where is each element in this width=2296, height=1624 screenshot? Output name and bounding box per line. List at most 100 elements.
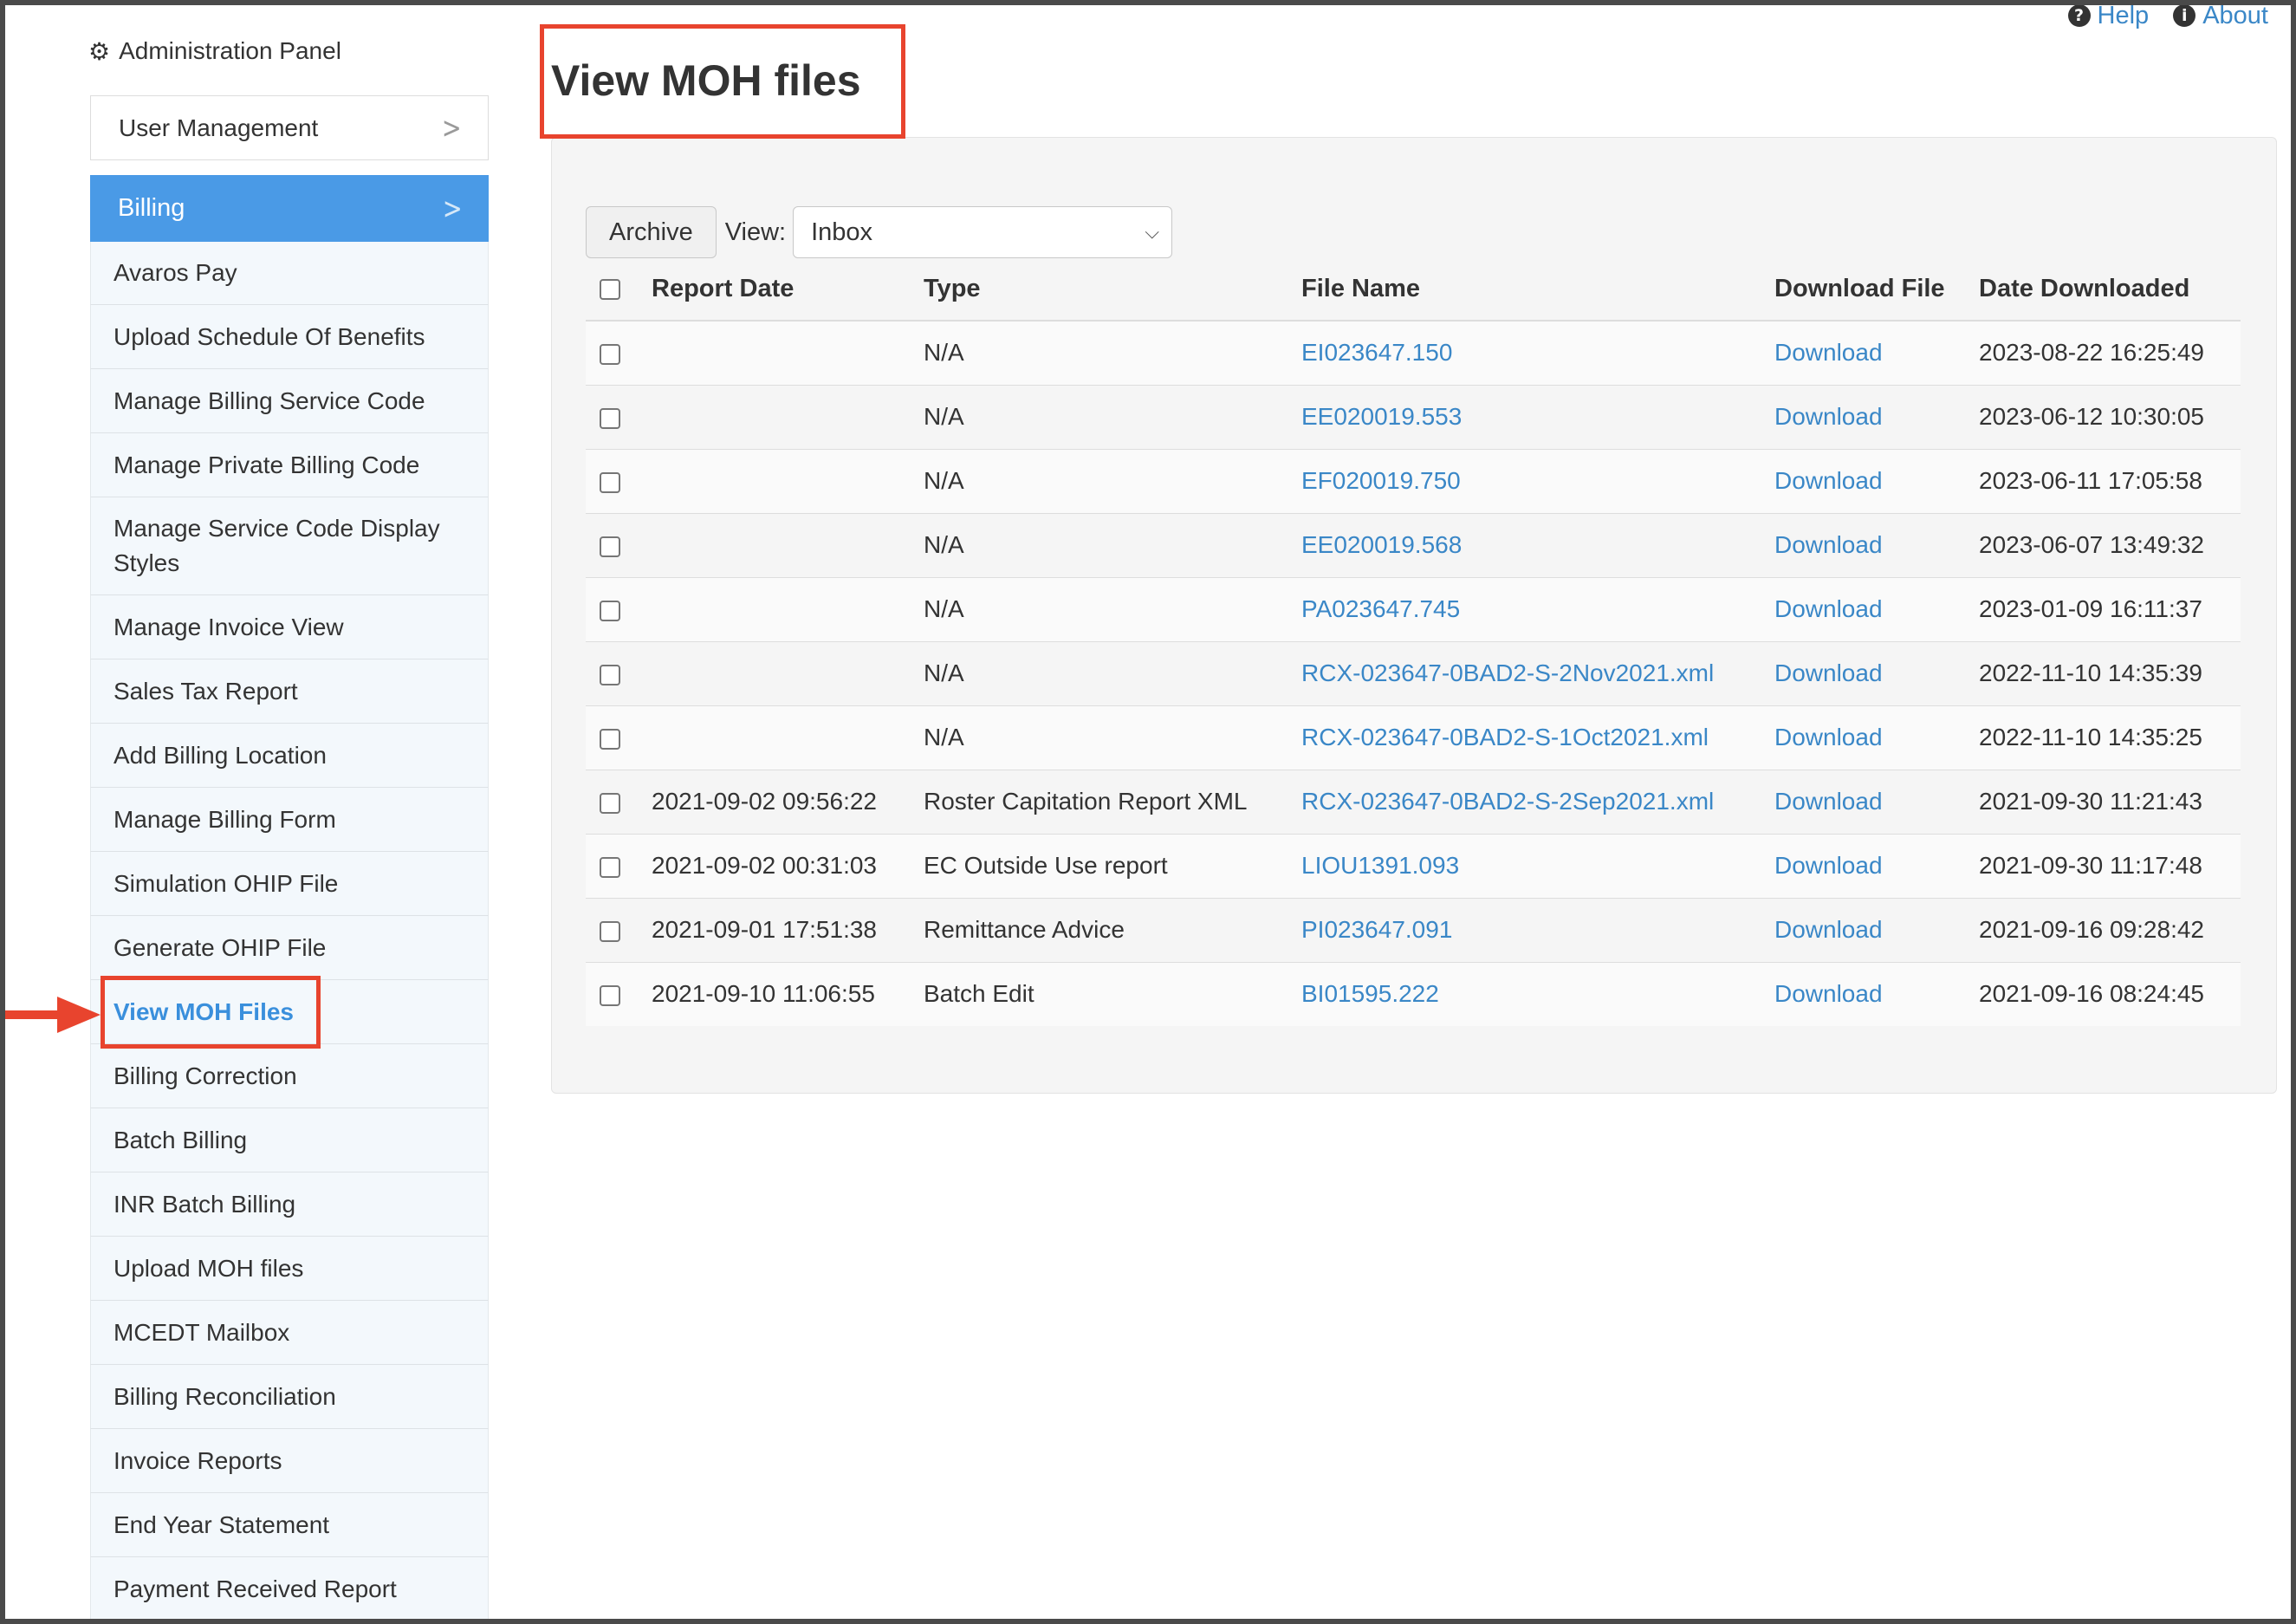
row-checkbox[interactable] [600,600,620,621]
table-row: 2021-09-10 11:06:55 Batch Edit BI01595.222… [586,961,2241,1026]
row-checkbox[interactable] [600,471,620,493]
about-link-label: About [2202,1,2268,29]
view-select[interactable]: Inbox ⌵ [793,206,1173,258]
download-link[interactable]: Download [1774,724,1883,750]
download-link[interactable]: Download [1774,788,1883,815]
table-row: N/A EI023647.150 Download 2023-08-22 16:25:… [586,320,2241,385]
date-downloaded-cell: 2022-11-10 14:35:25 [1979,705,2241,770]
sidebar-item-billing[interactable]: Billing > [90,175,489,242]
sidebar-item-upload-schedule-of-benefits[interactable]: Upload Schedule Of Benefits [90,305,489,369]
date-downloaded-cell: 2023-06-12 10:30:05 [1979,384,2241,449]
file-name-cell: RCX-023647-0BAD2-S-2Nov2021.xml [1301,640,1774,705]
row-checkbox[interactable] [600,343,620,365]
row-checkbox[interactable] [600,792,620,814]
sidebar-item-avaros-pay[interactable]: Avaros Pay [90,242,489,305]
file-name-cell: EF020019.750 [1301,448,1774,513]
download-cell: Download [1774,512,1979,577]
sidebar-item-manage-service-code-display-styles[interactable]: Manage Service Code Display Styles [90,497,489,595]
row-checkbox[interactable] [600,984,620,1006]
sidebar-item-billing-correction[interactable]: Billing Correction [90,1044,489,1108]
row-checkbox[interactable] [600,920,620,942]
select-all-cell [586,258,652,322]
file-name-cell: EI023647.150 [1301,320,1774,385]
row-checkbox-cell [586,384,652,449]
table-row: N/A PA023647.745 Download 2023-01-09 16:11:… [586,576,2241,641]
sidebar-item-add-billing-location[interactable]: Add Billing Location [90,724,489,788]
info-circle-icon: i [2173,4,2196,27]
report-date-cell [652,640,924,705]
toolbar: Archive View: Inbox ⌵ [586,206,1173,258]
sidebar-item-view-moh-files[interactable]: View MOH Files [90,980,489,1044]
report-date-cell: 2021-09-01 17:51:38 [652,897,924,962]
type-cell: Batch Edit [924,961,1301,1026]
download-link[interactable]: Download [1774,403,1883,430]
file-name-cell: RCX-023647-0BAD2-S-2Sep2021.xml [1301,769,1774,834]
view-select-value: Inbox [811,218,873,246]
sidebar-item-mcedt-mailbox[interactable]: MCEDT Mailbox [90,1301,489,1365]
sidebar-item-payment-received-report[interactable]: Payment Received Report [90,1557,489,1621]
top-links: ? Help i About [2067,0,2268,31]
file-name-cell: BI01595.222 [1301,961,1774,1026]
row-checkbox[interactable] [600,407,620,429]
download-link[interactable]: Download [1774,595,1883,622]
download-link[interactable]: Download [1774,659,1883,686]
file-name-link[interactable]: EI023647.150 [1301,339,1452,366]
sidebar-item-end-year-statement[interactable]: End Year Statement [90,1493,489,1557]
download-link[interactable]: Download [1774,339,1883,366]
type-cell: N/A [924,384,1301,449]
date-downloaded-cell: 2021-09-16 09:28:42 [1979,897,2241,962]
chevron-right-icon: > [442,191,463,226]
file-name-link[interactable]: EF020019.750 [1301,467,1461,494]
row-checkbox[interactable] [600,536,620,557]
download-link[interactable]: Download [1774,531,1883,558]
sidebar-header-label: Administration Panel [119,37,341,64]
sidebar-item-manage-private-billing-code[interactable]: Manage Private Billing Code [90,433,489,497]
select-all-checkbox[interactable] [600,279,620,301]
page-title: View MOH files [551,56,861,105]
file-name-link[interactable]: BI01595.222 [1301,980,1439,1007]
date-downloaded-cell: 2023-06-07 13:49:32 [1979,512,2241,577]
sidebar-item-sales-tax-report[interactable]: Sales Tax Report [90,659,489,724]
date-downloaded-cell: 2021-09-30 11:21:43 [1979,769,2241,834]
gear-icon: ⚙ [88,36,111,66]
file-name-link[interactable]: RCX-023647-0BAD2-S-2Sep2021.xml [1301,788,1714,815]
sidebar-item-user-management[interactable]: User Management > [90,95,489,160]
file-name-link[interactable]: EE020019.568 [1301,531,1462,558]
sidebar-item-manage-invoice-view[interactable]: Manage Invoice View [90,595,489,659]
file-name-link[interactable]: LIOU1391.093 [1301,852,1459,879]
file-name-link[interactable]: EE020019.553 [1301,403,1462,430]
column-header-type: Type [924,258,1301,322]
download-link[interactable]: Download [1774,852,1883,879]
sidebar-item-billing-reconciliation[interactable]: Billing Reconciliation [90,1365,489,1429]
date-downloaded-cell: 2023-08-22 16:25:49 [1979,320,2241,385]
row-checkbox[interactable] [600,664,620,685]
date-downloaded-cell: 2023-06-11 17:05:58 [1979,448,2241,513]
download-link[interactable]: Download [1774,916,1883,943]
sidebar-item-batch-billing[interactable]: Batch Billing [90,1108,489,1173]
chevron-right-icon: > [441,110,462,146]
sidebar-item-simulation-ohip-file[interactable]: Simulation OHIP File [90,852,489,916]
file-name-link[interactable]: PI023647.091 [1301,916,1452,943]
file-name-cell: RCX-023647-0BAD2-S-1Oct2021.xml [1301,705,1774,770]
file-name-link[interactable]: RCX-023647-0BAD2-S-1Oct2021.xml [1301,724,1709,750]
help-link[interactable]: ? Help [2067,2,2149,30]
file-name-link[interactable]: RCX-023647-0BAD2-S-2Nov2021.xml [1301,659,1714,686]
sidebar-item-upload-moh-files[interactable]: Upload MOH files [90,1237,489,1301]
file-name-link[interactable]: PA023647.745 [1301,595,1460,622]
file-name-cell: LIOU1391.093 [1301,833,1774,898]
type-cell: N/A [924,576,1301,641]
sidebar-item-manage-billing-form[interactable]: Manage Billing Form [90,788,489,852]
sidebar-item-manage-billing-service-code[interactable]: Manage Billing Service Code [90,369,489,433]
row-checkbox[interactable] [600,728,620,750]
sidebar-item-generate-ohip-file[interactable]: Generate OHIP File [90,916,489,980]
about-link[interactable]: i About [2173,2,2268,30]
archive-button[interactable]: Archive [586,206,717,258]
row-checkbox[interactable] [600,856,620,878]
sidebar-item-invoice-reports[interactable]: Invoice Reports [90,1429,489,1493]
report-date-cell: 2021-09-02 00:31:03 [652,833,924,898]
row-checkbox-cell [586,448,652,513]
download-link[interactable]: Download [1774,980,1883,1007]
sidebar-item-inr-batch-billing[interactable]: INR Batch Billing [90,1173,489,1237]
download-link[interactable]: Download [1774,467,1883,494]
type-cell: Roster Capitation Report XML [924,769,1301,834]
